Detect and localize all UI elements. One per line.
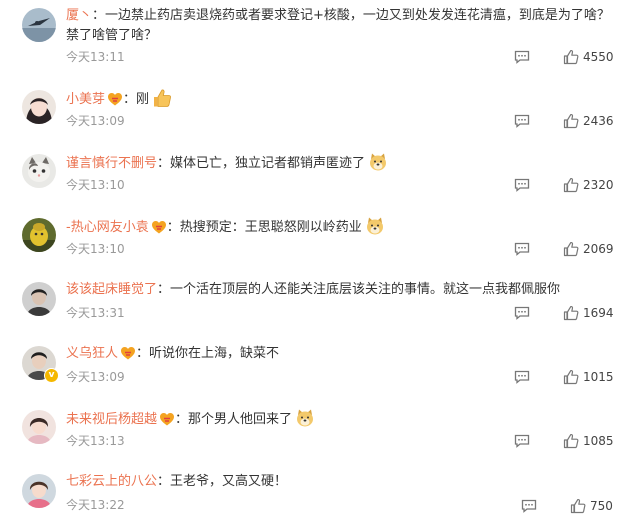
comment-time: 今天13:22 bbox=[66, 498, 125, 512]
username-link[interactable]: 七彩云上的八公 bbox=[66, 474, 157, 489]
comment-text: 一个活在顶层的人还能关注底层该关注的事情。就这一点我都佩服你 bbox=[170, 282, 561, 297]
fan-badge-icon bbox=[108, 93, 123, 106]
comment-text: 媒体已亡，独立记者都销声匿迹了 bbox=[170, 156, 366, 171]
reply-icon[interactable] bbox=[514, 50, 530, 64]
comment-item: 谨言慎行不删号：媒体已亡，独立记者都销声匿迹了 今天13:10 2320 bbox=[0, 146, 640, 210]
fan-badge-icon bbox=[151, 221, 166, 234]
comment-text: 那个男人他回来了 bbox=[188, 412, 293, 427]
comment-time: 今天13:11 bbox=[66, 50, 125, 64]
comment-text: 一边禁止药店卖退烧药或者要求登记+核酸，一边又到处发发连花清瘟，到底是为了啥？禁… bbox=[66, 8, 610, 43]
verified-badge-icon: v bbox=[44, 368, 59, 383]
comment-content: 小美芽 ：刚 bbox=[66, 88, 622, 110]
avatar[interactable] bbox=[22, 474, 56, 508]
comment-time: 今天13:09 bbox=[66, 114, 125, 128]
like-icon[interactable] bbox=[563, 113, 579, 129]
like-icon[interactable] bbox=[570, 498, 586, 514]
username-link[interactable]: 谨言慎行不删号 bbox=[66, 156, 157, 171]
like-count: 4550 bbox=[583, 50, 614, 64]
username-link[interactable]: -热心网友小袁 bbox=[66, 220, 149, 235]
comment-content: 未来视后杨超越 ：那个男人他回来了 bbox=[66, 408, 622, 430]
comment-content: 义乌狂人 ：听说你在上海，缺菜不 bbox=[66, 346, 280, 361]
fan-badge-icon bbox=[121, 347, 136, 360]
reply-icon[interactable] bbox=[514, 434, 530, 448]
reply-icon[interactable] bbox=[521, 499, 537, 513]
username-link[interactable]: 义乌狂人 bbox=[66, 346, 118, 361]
like-icon[interactable] bbox=[563, 241, 579, 257]
doge-icon bbox=[297, 409, 314, 427]
comment-text: 听说你在上海，缺菜不 bbox=[149, 346, 280, 361]
username-link[interactable]: 小美芽 bbox=[66, 92, 105, 107]
username-link[interactable]: 该该起床睡觉了 bbox=[66, 282, 157, 297]
doge-icon bbox=[370, 153, 387, 171]
comment-time: 今天13:31 bbox=[66, 306, 125, 320]
like-count: 2436 bbox=[583, 114, 614, 128]
comment-content: 厦丶：一边禁止药店卖退烧药或者要求登记+核酸，一边又到处发发连花清瘟，到底是为了… bbox=[66, 8, 610, 43]
like-count: 2320 bbox=[583, 178, 614, 192]
reply-icon[interactable] bbox=[514, 242, 530, 256]
like-count: 1694 bbox=[583, 306, 614, 320]
like-icon[interactable] bbox=[563, 305, 579, 321]
avatar[interactable] bbox=[22, 410, 56, 444]
thumbs-up-icon bbox=[154, 89, 172, 107]
like-count: 1085 bbox=[583, 434, 614, 448]
like-count: 2069 bbox=[583, 242, 614, 256]
reply-icon[interactable] bbox=[514, 370, 530, 384]
like-icon[interactable] bbox=[563, 49, 579, 65]
username-link[interactable]: 厦丶 bbox=[66, 8, 92, 23]
comment-item: 七彩云上的八公：王老爷，又高又硬！ 今天13:22 750 bbox=[0, 466, 640, 520]
avatar[interactable] bbox=[22, 218, 56, 252]
comment-item: 厦丶：一边禁止药店卖退烧药或者要求登记+核酸，一边又到处发发连花清瘟，到底是为了… bbox=[0, 0, 640, 65]
comment-content: 谨言慎行不删号：媒体已亡，独立记者都销声匿迹了 bbox=[66, 152, 622, 174]
avatar[interactable] bbox=[22, 90, 56, 124]
avatar[interactable] bbox=[22, 154, 56, 188]
like-count: 1015 bbox=[583, 370, 614, 384]
reply-icon[interactable] bbox=[514, 306, 530, 320]
comment-item: 小美芽 ：刚 今天13:09 2436 bbox=[0, 82, 640, 146]
avatar[interactable] bbox=[22, 8, 56, 42]
comment-time: 今天13:13 bbox=[66, 434, 125, 448]
comment-text: 王老爷，又高又硬！ bbox=[170, 474, 288, 489]
comment-time: 今天13:10 bbox=[66, 178, 125, 192]
reply-icon[interactable] bbox=[514, 178, 530, 192]
doge-icon bbox=[366, 217, 383, 235]
comment-content: 七彩云上的八公：王老爷，又高又硬！ bbox=[66, 474, 288, 489]
comment-item: 该该起床睡觉了：一个活在顶层的人还能关注底层该关注的事情。就这一点我都佩服你 今… bbox=[0, 274, 640, 338]
like-icon[interactable] bbox=[563, 433, 579, 449]
comment-item: v 义乌狂人 ：听说你在上海，缺菜不 今天13:09 1015 bbox=[0, 338, 640, 402]
comment-item: -热心网友小袁 ：热搜预定：王思聪怒刚以岭药业 今天13:10 2069 bbox=[0, 210, 640, 274]
comment-item: 未来视后杨超越 ：那个男人他回来了 今天13:13 1085 bbox=[0, 402, 640, 466]
like-count: 750 bbox=[590, 499, 613, 513]
like-icon[interactable] bbox=[563, 369, 579, 385]
fan-badge-icon bbox=[160, 413, 175, 426]
comment-content: 该该起床睡觉了：一个活在顶层的人还能关注底层该关注的事情。就这一点我都佩服你 bbox=[66, 282, 561, 297]
avatar[interactable] bbox=[22, 282, 56, 316]
reply-icon[interactable] bbox=[514, 114, 530, 128]
comment-text: 刚 bbox=[136, 92, 150, 107]
comment-content: -热心网友小袁 ：热搜预定：王思聪怒刚以岭药业 bbox=[66, 216, 622, 238]
comment-time: 今天13:09 bbox=[66, 370, 125, 384]
like-icon[interactable] bbox=[563, 177, 579, 193]
username-link[interactable]: 未来视后杨超越 bbox=[66, 412, 157, 427]
comment-text: 热搜预定：王思聪怒刚以岭药业 bbox=[179, 220, 362, 235]
comment-time: 今天13:10 bbox=[66, 242, 125, 256]
